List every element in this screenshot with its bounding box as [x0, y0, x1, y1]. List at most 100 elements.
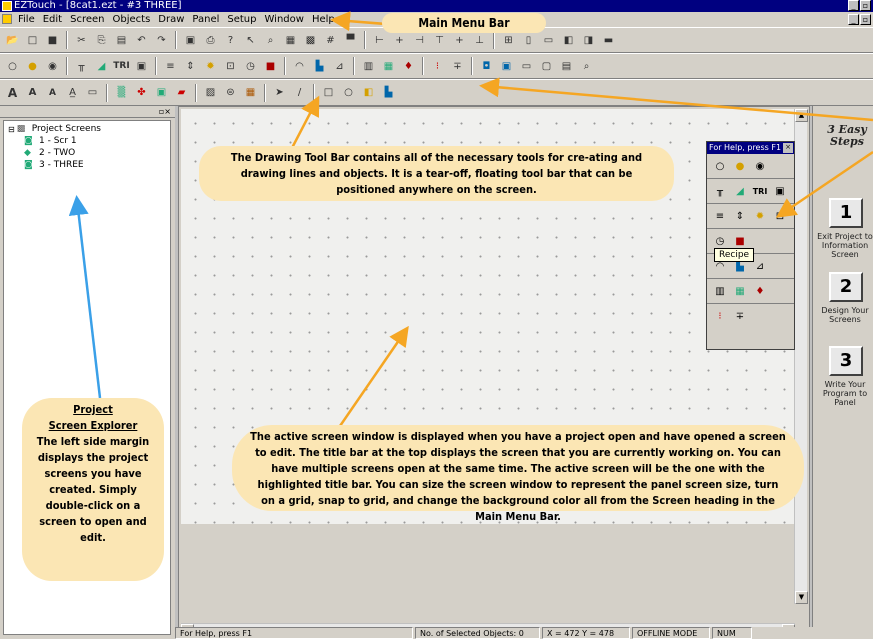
tree-item-screen-2[interactable]: ◆ 2 - TWO — [8, 147, 166, 159]
grid-snap-icon[interactable]: # — [322, 32, 339, 49]
thumbwheel-icon[interactable]: ⇕ — [182, 58, 199, 75]
message-display-icon[interactable]: ▥ — [360, 58, 377, 75]
numeric-entry-icon[interactable]: ⊡ — [222, 58, 239, 75]
multi-lamp-icon[interactable]: ◉ — [44, 58, 61, 75]
traffic-light-icon[interactable]: ⁝ — [713, 310, 727, 324]
alarm-icon[interactable]: ✹ — [753, 209, 767, 223]
copy-icon[interactable]: ⎘ — [93, 32, 110, 49]
align-right-icon[interactable]: ⊣ — [411, 32, 428, 49]
multi-lamp-icon[interactable]: ◉ — [753, 159, 767, 173]
save-icon[interactable]: ■ — [44, 32, 61, 49]
rotate-icon[interactable]: ⊜ — [222, 84, 239, 101]
fill-icon[interactable]: ▣ — [153, 84, 170, 101]
scroll-up-button[interactable]: ▲ — [795, 109, 808, 122]
magnify-icon[interactable]: ⌕ — [578, 58, 595, 75]
text-large-icon[interactable]: A — [4, 84, 21, 101]
traffic-light-icon[interactable]: ⁝ — [429, 58, 446, 75]
bitmap-icon[interactable]: ■ — [262, 58, 279, 75]
vertical-scrollbar[interactable]: ▲ ▼ — [794, 109, 808, 604]
align-bottom-icon[interactable]: ⊥ — [471, 32, 488, 49]
cut-icon[interactable]: ✂ — [73, 32, 90, 49]
same-width-icon[interactable]: ▯ — [520, 32, 537, 49]
keypad-icon[interactable]: ▣ — [773, 184, 787, 198]
fill-pattern-icon[interactable]: ▒ — [113, 84, 130, 101]
meter-icon[interactable]: ◠ — [291, 58, 308, 75]
align-middle-icon[interactable]: + — [451, 32, 468, 49]
same-height-icon[interactable]: ▭ — [540, 32, 557, 49]
doc-minimize-button[interactable]: _ — [848, 14, 859, 25]
pilot-light-icon[interactable]: ♦ — [753, 284, 767, 298]
screen-icon[interactable]: ▣ — [498, 58, 515, 75]
doc-restore-button[interactable]: ▫ — [860, 14, 871, 25]
pointer-icon[interactable]: ➤ — [271, 84, 288, 101]
open-folder-icon[interactable]: 📂 — [4, 32, 21, 49]
line-graph-icon[interactable]: ⊿ — [753, 259, 767, 273]
numeric-display-icon[interactable]: ▦ — [733, 284, 747, 298]
preview-icon[interactable]: ▣ — [182, 32, 199, 49]
lamp-on-icon[interactable]: ● — [733, 159, 747, 173]
text-medium-icon[interactable]: A — [24, 84, 41, 101]
lamp-off-icon[interactable]: ○ — [4, 58, 21, 75]
switch-icon[interactable]: ╥ — [713, 184, 727, 198]
paste-icon[interactable]: ▤ — [113, 32, 130, 49]
thumbwheel-icon[interactable]: ⇕ — [733, 209, 747, 223]
selector-icon[interactable]: ◢ — [93, 58, 110, 75]
menu-draw[interactable]: Draw — [154, 14, 188, 25]
distribute-icon[interactable]: ⊞ — [500, 32, 517, 49]
message-display-icon[interactable]: ▥ — [713, 284, 727, 298]
edit-shape-icon[interactable]: ▨ — [202, 84, 219, 101]
color-palette-icon[interactable]: ✤ — [133, 84, 150, 101]
tree-item-screen-1[interactable]: ◙ 1 - Scr 1 — [8, 135, 166, 147]
tree-item-screen-3[interactable]: ◙ 3 - THREE — [8, 159, 166, 171]
ellipse-icon[interactable]: ○ — [340, 84, 357, 101]
clock-icon[interactable]: ◷ — [713, 234, 727, 248]
print-icon[interactable]: ⎙ — [202, 32, 219, 49]
selector-icon[interactable]: ◢ — [733, 184, 747, 198]
step-1-button[interactable]: 1 — [829, 198, 863, 228]
floating-toolbar[interactable]: For Help, press F1 × ○ ● ◉ ╥ ◢ TRI ▣ ≡ ⇕… — [706, 141, 795, 350]
floating-toolbar-titlebar[interactable]: For Help, press F1 × — [707, 142, 794, 154]
bring-front-icon[interactable]: ◧ — [560, 32, 577, 49]
paint-icon[interactable]: ▰ — [173, 84, 190, 101]
static-text-icon[interactable]: ∓ — [449, 58, 466, 75]
lamp-off-icon[interactable]: ○ — [713, 159, 727, 173]
rectangle-icon[interactable]: □ — [320, 84, 337, 101]
align-center-icon[interactable]: + — [391, 32, 408, 49]
clock-icon[interactable]: ◷ — [242, 58, 259, 75]
restore-button[interactable]: ▫ — [860, 0, 871, 11]
scroll-down-button[interactable]: ▼ — [795, 591, 808, 604]
menu-file[interactable]: File — [14, 14, 39, 25]
snap-icon[interactable]: ▀ — [342, 32, 359, 49]
minimize-button[interactable]: _ — [848, 0, 859, 11]
switch-icon[interactable]: ╥ — [73, 58, 90, 75]
line-color-icon[interactable]: ▙ — [380, 84, 397, 101]
explorer-controls[interactable]: ▫× — [159, 107, 171, 116]
static-text-icon[interactable]: ∓ — [733, 310, 747, 324]
lamp-on-icon[interactable]: ● — [24, 58, 41, 75]
help-icon[interactable]: ? — [222, 32, 239, 49]
goto-screen-icon[interactable]: ◘ — [478, 58, 495, 75]
recipe-icon[interactable]: ≡ — [713, 209, 727, 223]
text-align-icon[interactable]: A̲ — [64, 84, 81, 101]
grid-small-icon[interactable]: ▦ — [282, 32, 299, 49]
pilot-light-icon[interactable]: ♦ — [400, 58, 417, 75]
step-3-button[interactable]: 3 — [829, 346, 863, 376]
text-frame-icon[interactable]: ▭ — [84, 84, 101, 101]
menu-help[interactable]: Help — [308, 14, 339, 25]
keypad-icon[interactable]: ▣ — [133, 58, 150, 75]
step-2-button[interactable]: 2 — [829, 272, 863, 302]
panel-icon[interactable]: ▬ — [600, 32, 617, 49]
align-left-icon[interactable]: ⊢ — [371, 32, 388, 49]
window-icon[interactable]: ▭ — [518, 58, 535, 75]
bar-graph-icon[interactable]: ▙ — [311, 58, 328, 75]
zoom-icon[interactable]: ⌕ — [262, 32, 279, 49]
text-small-icon[interactable]: A — [44, 84, 61, 101]
menu-objects[interactable]: Objects — [109, 14, 155, 25]
context-help-icon[interactable]: ↖ — [242, 32, 259, 49]
tri-icon[interactable]: TRI — [113, 58, 130, 75]
tree-root[interactable]: ⊟ ▩ Project Screens — [8, 123, 166, 135]
line-icon[interactable]: / — [291, 84, 308, 101]
alarm-icon[interactable]: ✹ — [202, 58, 219, 75]
menu-screen[interactable]: Screen — [66, 14, 108, 25]
tri-icon[interactable]: TRI — [753, 184, 768, 198]
